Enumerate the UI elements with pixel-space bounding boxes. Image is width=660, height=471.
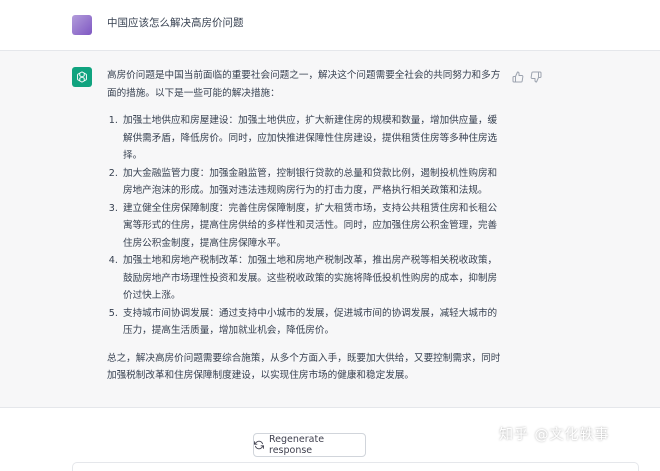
thumbs-down-icon[interactable] bbox=[530, 68, 542, 83]
watermark: 知乎 @文化轶事 bbox=[499, 427, 610, 443]
measures-list: 加强土地供应和房屋建设：加强土地供应，扩大新建住房的规模和数量，增加供应量，缓解… bbox=[107, 112, 502, 340]
user-message-row: 中国应该怎么解决高房价问题 bbox=[0, 0, 660, 51]
regenerate-label: Regenerate response bbox=[269, 434, 325, 456]
refresh-icon bbox=[254, 440, 264, 450]
user-avatar bbox=[72, 15, 92, 35]
feedback-buttons bbox=[512, 68, 542, 83]
answer-summary: 总之，解决高房价问题需要综合施策，从多个方面入手，既要加大供给，又要控制需求，同… bbox=[107, 352, 501, 382]
user-message-text: 中国应该怎么解决高房价问题 bbox=[107, 17, 244, 29]
thumbs-up-icon[interactable] bbox=[512, 68, 524, 83]
message-input[interactable] bbox=[72, 462, 639, 471]
list-item: 建立健全住房保障制度：完善住房保障制度，扩大租赁市场，支持公共租赁住房和长租公寓… bbox=[121, 200, 502, 253]
list-item: 加强土地和房地产税制改革：加强土地和房地产税制改革，推出房产税等相关税收政策，鼓… bbox=[121, 252, 502, 305]
assistant-message-row: 高房价问题是中国当前面临的重要社会问题之一，解决这个问题需要全社会的共同努力和多… bbox=[0, 51, 660, 408]
assistant-answer: 高房价问题是中国当前面临的重要社会问题之一，解决这个问题需要全社会的共同努力和多… bbox=[107, 67, 502, 385]
answer-intro: 高房价问题是中国当前面临的重要社会问题之一，解决这个问题需要全社会的共同努力和多… bbox=[107, 70, 501, 99]
list-item: 支持城市间协调发展：通过支持中小城市的发展，促进城市间的协调发展，减轻大城市的压… bbox=[121, 305, 502, 340]
openai-logo-icon bbox=[72, 67, 92, 87]
list-item: 加强土地供应和房屋建设：加强土地供应，扩大新建住房的规模和数量，增加供应量，缓解… bbox=[121, 112, 502, 165]
list-item: 加大金融监管力度：加强金融监管，控制银行贷款的总量和贷款比例，遏制投机性购房和房… bbox=[121, 165, 502, 200]
regenerate-response-button[interactable]: Regenerate response bbox=[253, 433, 366, 457]
